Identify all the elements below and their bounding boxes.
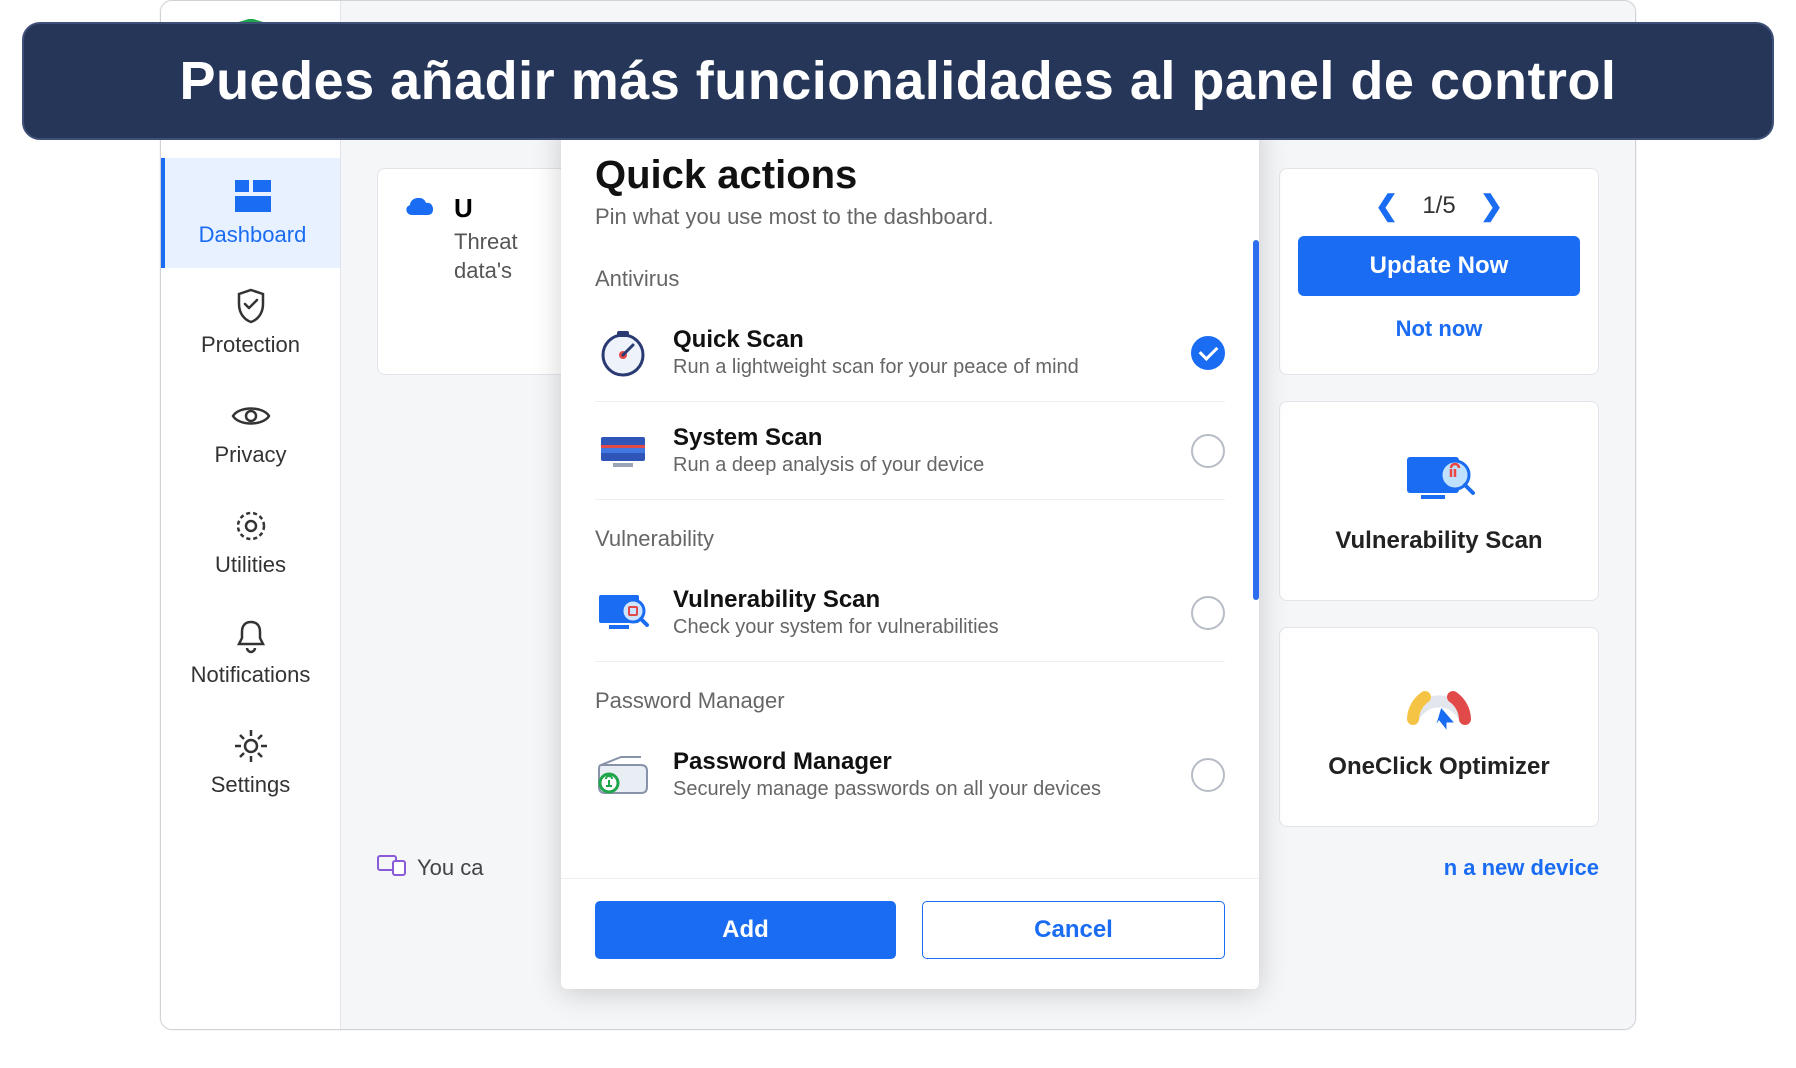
sidebar-item-label: Notifications	[191, 662, 311, 688]
app-window: Dashboard Protection Privacy Utilities	[160, 0, 1636, 1030]
privacy-icon	[231, 396, 271, 436]
pwmanager-icon	[595, 749, 651, 801]
cloud-update-icon	[402, 193, 438, 226]
modal-subtitle: Pin what you use most to the dashboard.	[595, 204, 1225, 230]
qa-toggle-vulnerability-scan[interactable]	[1191, 596, 1225, 630]
sidebar-item-privacy[interactable]: Privacy	[161, 378, 340, 488]
sidebar-item-protection[interactable]: Protection	[161, 268, 340, 378]
cancel-button[interactable]: Cancel	[922, 901, 1225, 959]
add-button[interactable]: Add	[595, 901, 896, 959]
feature-card-label: Vulnerability Scan	[1335, 527, 1542, 555]
pager-text: 1/5	[1422, 192, 1455, 220]
not-now-button[interactable]: Not now	[1396, 310, 1483, 348]
feature-card-vulnerability-scan[interactable]: Vulnerability Scan	[1279, 401, 1599, 601]
qa-toggle-system-scan[interactable]	[1191, 434, 1225, 468]
section-label-password-manager: Password Manager	[595, 688, 1225, 714]
footer-text: You ca	[417, 855, 483, 881]
protection-icon	[231, 286, 271, 326]
sidebar-item-label: Dashboard	[199, 222, 307, 248]
vulnscan-icon	[595, 587, 651, 639]
sidebar: Dashboard Protection Privacy Utilities	[161, 1, 341, 1029]
section-label-antivirus: Antivirus	[595, 266, 1225, 292]
notifications-icon	[231, 616, 271, 656]
annotation-banner: Puedes añadir más funcionalidades al pan…	[22, 22, 1774, 140]
sidebar-item-label: Settings	[211, 772, 291, 798]
sidebar-item-utilities[interactable]: Utilities	[161, 488, 340, 598]
devices-icon	[377, 853, 407, 883]
pager-prev-icon[interactable]: ❮	[1375, 189, 1398, 222]
update-card-title: U	[454, 193, 518, 224]
utilities-icon	[231, 506, 271, 546]
sidebar-item-label: Protection	[201, 332, 300, 358]
quick-actions-modal: Quick actions Pin what you use most to t…	[561, 119, 1259, 989]
qa-desc: Run a deep analysis of your device	[673, 454, 1169, 477]
dashboard-icon	[233, 176, 273, 216]
oneclick-icon	[1399, 673, 1479, 735]
qa-title: Password Manager	[673, 748, 1169, 776]
sidebar-item-settings[interactable]: Settings	[161, 708, 340, 818]
update-now-button[interactable]: Update Now	[1298, 236, 1580, 296]
qa-item-password-manager[interactable]: Password Manager Securely manage passwor…	[595, 726, 1225, 823]
section-label-vulnerability: Vulnerability	[595, 526, 1225, 552]
qa-title: Vulnerability Scan	[673, 586, 1169, 614]
vuln-scan-icon	[1399, 447, 1479, 509]
feature-card-oneclick-optimizer[interactable]: OneClick Optimizer	[1279, 627, 1599, 827]
pager-next-icon[interactable]: ❯	[1480, 189, 1503, 222]
qa-toggle-quick-scan[interactable]	[1191, 336, 1225, 370]
settings-icon	[231, 726, 271, 766]
systemscan-icon	[595, 425, 651, 477]
footer-link[interactable]: n a new device	[1444, 855, 1599, 881]
update-prompt-card: ❮ 1/5 ❯ Update Now Not now	[1279, 168, 1599, 375]
feature-card-label: OneClick Optimizer	[1328, 753, 1549, 781]
qa-item-system-scan[interactable]: System Scan Run a deep analysis of your …	[595, 402, 1225, 500]
pager: ❮ 1/5 ❯	[1375, 189, 1503, 222]
modal-title: Quick actions	[595, 153, 1225, 198]
qa-desc: Check your system for vulnerabilities	[673, 616, 1169, 639]
sidebar-item-label: Privacy	[214, 442, 286, 468]
sidebar-item-notifications[interactable]: Notifications	[161, 598, 340, 708]
update-card-line2: data's	[454, 258, 512, 283]
qa-desc: Run a lightweight scan for your peace of…	[673, 356, 1169, 379]
modal-scrollbar[interactable]	[1253, 240, 1259, 600]
qa-title: Quick Scan	[673, 326, 1169, 354]
update-card-line1: Threat	[454, 229, 518, 254]
qa-title: System Scan	[673, 424, 1169, 452]
qa-item-vulnerability-scan[interactable]: Vulnerability Scan Check your system for…	[595, 564, 1225, 662]
quickscan-icon	[595, 327, 651, 379]
qa-item-quick-scan[interactable]: Quick Scan Run a lightweight scan for yo…	[595, 304, 1225, 402]
qa-desc: Securely manage passwords on all your de…	[673, 778, 1169, 801]
sidebar-item-dashboard[interactable]: Dashboard	[161, 158, 340, 268]
sidebar-item-label: Utilities	[215, 552, 286, 578]
qa-toggle-password-manager[interactable]	[1191, 758, 1225, 792]
